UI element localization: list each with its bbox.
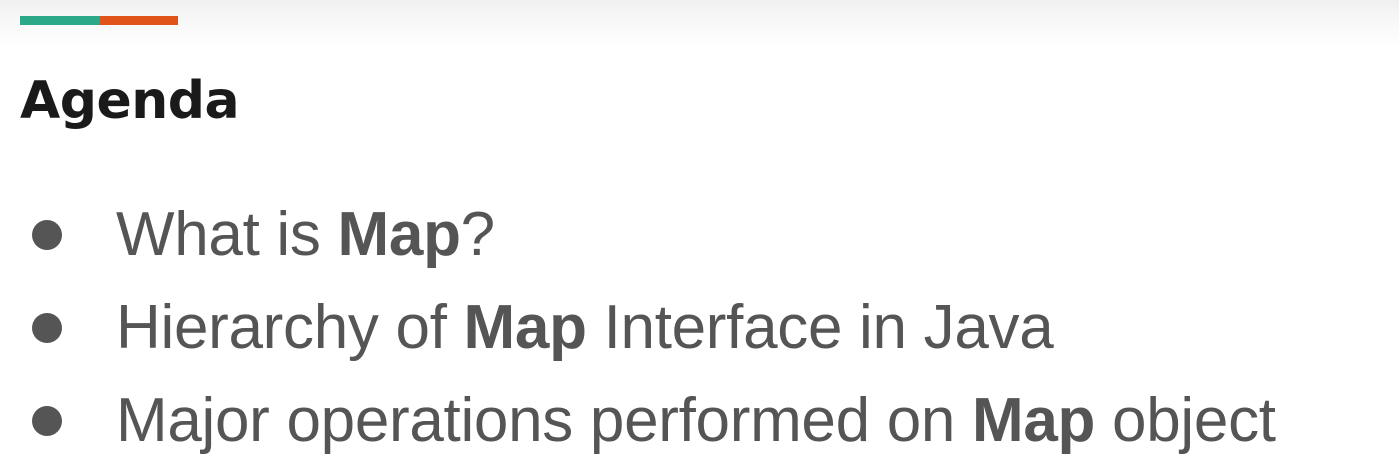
agenda-item-text-bold: Map [463, 292, 587, 362]
bullet-icon [32, 312, 62, 343]
accent-bar-orange [100, 16, 178, 25]
agenda-item-text: Hierarchy of Map Interface in Java [116, 288, 1054, 368]
agenda-item-text: What is Map? [116, 195, 495, 275]
accent-bar [20, 16, 178, 25]
agenda-item-text-after: Interface in Java [586, 292, 1054, 362]
agenda-item-text-after: ? [460, 199, 495, 269]
agenda-item-text-before: What is [116, 199, 338, 269]
agenda-item-text-bold: Map [972, 385, 1096, 455]
slide-title: Agenda [20, 71, 240, 131]
agenda-item-text-before: Hierarchy of [116, 292, 464, 362]
bullet-icon [32, 405, 62, 436]
agenda-item-text: Major operations performed on Map object [116, 381, 1276, 461]
agenda-item-text-before: Major operations performed on [116, 385, 973, 455]
accent-bar-teal [20, 16, 100, 25]
slide: Agenda What is Map? Hierarchy of Map Int… [0, 0, 1399, 461]
agenda-item-text-after: object [1095, 385, 1276, 455]
agenda-item-text-bold: Map [337, 199, 461, 269]
bullet-icon [32, 219, 62, 250]
